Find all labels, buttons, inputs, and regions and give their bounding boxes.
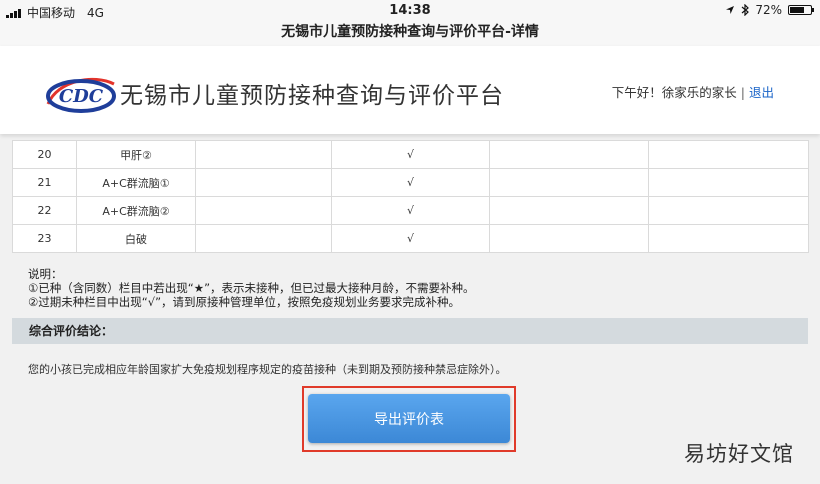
table-cell-col5: [489, 196, 649, 225]
user-greeting: 下午好！徐家乐的家长: [611, 85, 737, 100]
table-row: 21 A+C群流脑① √: [12, 168, 809, 197]
logo-text: CDC: [59, 86, 104, 107]
status-right: 72%: [725, 3, 814, 17]
cdc-logo: CDC: [46, 77, 116, 113]
table-cell-no: 20: [12, 140, 77, 169]
user-greeting-area: 下午好！徐家乐的家长 | 退出: [612, 82, 774, 101]
table-cell-col6: [648, 196, 809, 225]
table-cell-vaccine: A+C群流脑①: [76, 168, 196, 197]
notes-section: 说明： ①已种（含同数）栏目中若出现“★”，表示未接种，但已过最大接种月龄，不需…: [28, 267, 475, 309]
table-row: 20 甲肝② √: [12, 140, 809, 169]
greeting-separator: |: [740, 85, 745, 100]
table-cell-col4: √: [331, 196, 490, 225]
vaccination-table: 20 甲肝② √ 21 A+C群流脑① √ 22 A+C群流脑② √ 23 白破 √: [12, 140, 809, 253]
notes-line-1: ①已种（含同数）栏目中若出现“★”，表示未接种，但已过最大接种月龄，不需要补种。: [28, 281, 475, 295]
site-header: CDC 无锡市儿童预防接种查询与评价平台 下午好！徐家乐的家长 | 退出: [0, 46, 820, 134]
bluetooth-icon: [741, 4, 750, 16]
table-cell-col3: [195, 196, 332, 225]
table-cell-col5: [489, 224, 649, 253]
table-cell-col3: [195, 224, 332, 253]
table-cell-col3: [195, 168, 332, 197]
table-cell-col4: √: [331, 224, 490, 253]
battery-percent: 72%: [755, 3, 782, 17]
summary-header: 综合评价结论：: [12, 318, 808, 344]
location-icon: [726, 6, 735, 14]
page-title: 无锡市儿童预防接种查询与评价平台-详情: [0, 22, 820, 47]
table-row: 22 A+C群流脑② √: [12, 196, 809, 225]
table-cell-vaccine: 白破: [76, 224, 196, 253]
table-cell-no: 21: [12, 168, 77, 197]
summary-text: 您的小孩已完成相应年龄国家扩大免疫规划程序规定的疫苗接种（未到期及预防接种禁忌症…: [28, 363, 507, 376]
site-title: 无锡市儿童预防接种查询与评价平台: [120, 83, 504, 109]
table-row: 23 白破 √: [12, 224, 809, 253]
table-cell-col6: [648, 168, 809, 197]
status-bar: 中国移动 4G 14:38 72%: [0, 0, 820, 22]
battery-icon: [788, 5, 814, 15]
table-cell-col4: √: [331, 140, 490, 169]
notes-title: 说明：: [28, 267, 63, 281]
table-cell-col6: [648, 140, 809, 169]
notes-line-2: ②过期未种栏目中出现“√”，请到原接种管理单位，按照免疫规划业务要求完成补种。: [28, 295, 461, 309]
table-cell-vaccine: A+C群流脑②: [76, 196, 196, 225]
table-cell-col5: [489, 140, 649, 169]
logout-link[interactable]: 退出: [749, 85, 774, 100]
watermark: 易坊好文馆: [684, 442, 794, 466]
table-cell-col4: √: [331, 168, 490, 197]
table-cell-col5: [489, 168, 649, 197]
table-cell-col6: [648, 224, 809, 253]
export-evaluation-button[interactable]: 导出评价表: [308, 394, 510, 443]
table-cell-vaccine: 甲肝②: [76, 140, 196, 169]
table-cell-no: 22: [12, 196, 77, 225]
status-time: 14:38: [389, 3, 431, 18]
table-cell-col3: [195, 140, 332, 169]
table-cell-no: 23: [12, 224, 77, 253]
